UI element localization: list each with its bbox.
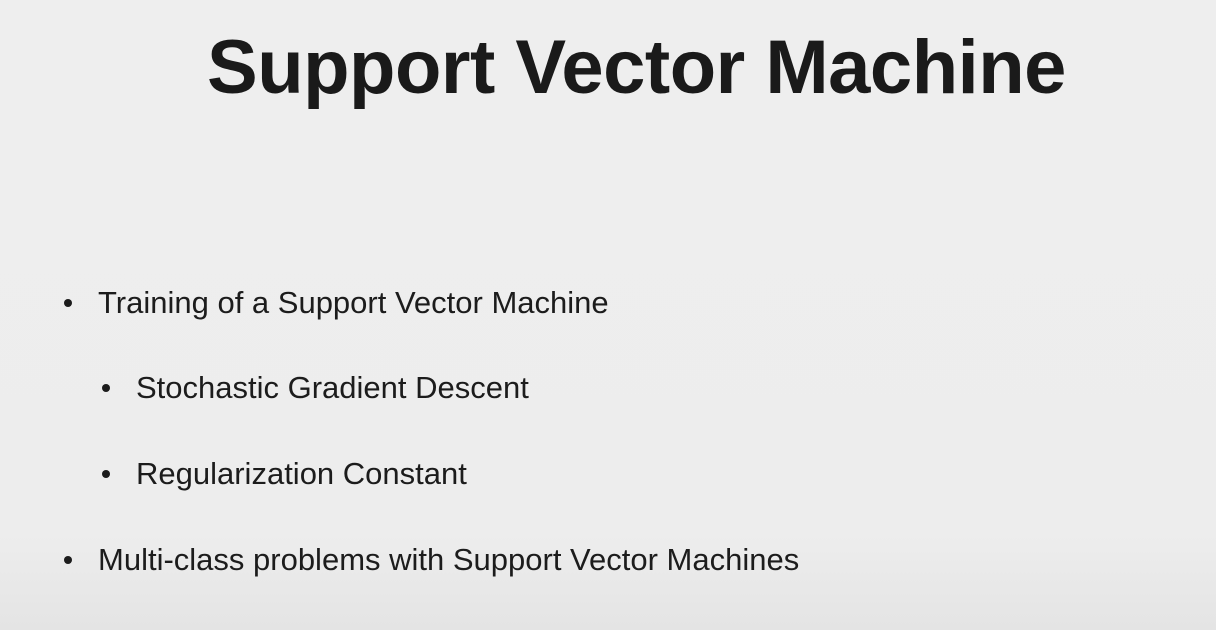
bullet-text: Regularization Constant xyxy=(136,456,467,491)
bullet-text: Training of a Support Vector Machine xyxy=(98,285,609,320)
bullet-item-regularization: Regularization Constant xyxy=(102,454,467,494)
slide: Support Vector Machine Training of a Sup… xyxy=(0,0,1216,630)
bullet-dot-icon xyxy=(102,384,110,392)
bullet-item-multiclass: Multi-class problems with Support Vector… xyxy=(64,540,799,580)
bullet-dot-icon xyxy=(102,470,110,478)
bullet-item-sgd: Stochastic Gradient Descent xyxy=(102,368,529,408)
bullet-item-training: Training of a Support Vector Machine xyxy=(64,283,609,323)
bullet-text: Multi-class problems with Support Vector… xyxy=(98,542,800,577)
bullet-dot-icon xyxy=(64,556,72,564)
bullet-text: Stochastic Gradient Descent xyxy=(136,370,529,405)
bullet-dot-icon xyxy=(64,299,72,307)
bullet-list: Training of a Support Vector Machine Sto… xyxy=(0,0,1216,630)
